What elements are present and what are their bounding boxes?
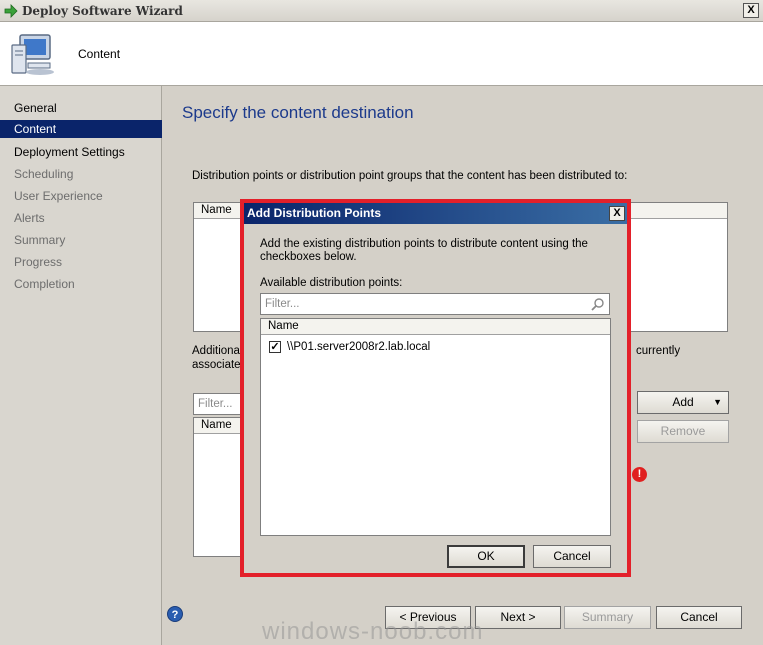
error-icon: ! (632, 467, 647, 482)
help-icon[interactable]: ? (167, 606, 183, 622)
available-points-label: Available distribution points: (260, 277, 403, 289)
dialog-filter-placeholder: Filter... (265, 298, 300, 310)
window-titlebar: Deploy Software Wizard X (0, 0, 763, 22)
column-header-name[interactable]: Name (261, 319, 610, 335)
add-distribution-points-dialog: Add Distribution Points X Add the existi… (244, 203, 627, 573)
sidebar-item-user-experience[interactable]: User Experience (0, 187, 162, 205)
sidebar-item-alerts[interactable]: Alerts (0, 209, 162, 227)
associated-text: associated (192, 359, 247, 371)
cancel-button[interactable]: Cancel (656, 606, 742, 629)
sidebar-item-general[interactable]: General (0, 99, 162, 117)
arrow-icon (4, 4, 18, 18)
currently-text: currently (636, 345, 681, 357)
dialog-cancel-button[interactable]: Cancel (533, 545, 611, 568)
distribution-points-list[interactable]: Name ✓ \\P01.server2008r2.lab.local (260, 318, 611, 536)
wizard-sidebar: General Content Deployment Settings Sche… (0, 86, 162, 645)
summary-button[interactable]: Summary (564, 606, 651, 629)
sidebar-item-summary[interactable]: Summary (0, 231, 162, 249)
section-heading: Specify the content destination (182, 103, 414, 122)
sidebar-item-content[interactable]: Content (0, 120, 162, 138)
dialog-title-text: Add Distribution Points (247, 206, 381, 220)
item-label: \\P01.server2008r2.lab.local (287, 341, 431, 353)
item-checkbox[interactable]: ✓ (269, 341, 281, 353)
additional-text: Additional (192, 345, 243, 357)
window-close-button[interactable]: X (743, 3, 759, 18)
wizard-header: Content (0, 22, 763, 86)
watermark: windows-noob.com (262, 618, 484, 645)
next-button[interactable]: Next > (475, 606, 561, 629)
ok-button[interactable]: OK (447, 545, 525, 568)
remove-button[interactable]: Remove (637, 420, 729, 443)
sidebar-item-completion[interactable]: Completion (0, 275, 162, 293)
computer-icon (11, 34, 54, 75)
dialog-close-button[interactable]: X (609, 206, 625, 221)
section-description: Distribution points or distribution poin… (192, 170, 628, 182)
dialog-instruction: Add the existing distribution points to … (260, 238, 588, 263)
sidebar-item-scheduling[interactable]: Scheduling (0, 165, 162, 183)
dialog-filter-input[interactable]: Filter... (260, 293, 610, 315)
dialog-title: Add Distribution Points X (244, 203, 627, 224)
sidebar-item-deployment-settings[interactable]: Deployment Settings (0, 143, 162, 161)
add-button[interactable]: Add ▼ (637, 391, 729, 414)
add-button-label: Add (672, 395, 694, 409)
sidebar-item-progress[interactable]: Progress (0, 253, 162, 271)
chevron-down-icon: ▼ (713, 397, 722, 407)
search-icon[interactable] (591, 297, 605, 311)
window-title: Deploy Software Wizard (22, 4, 183, 18)
page-title: Content (78, 47, 121, 61)
